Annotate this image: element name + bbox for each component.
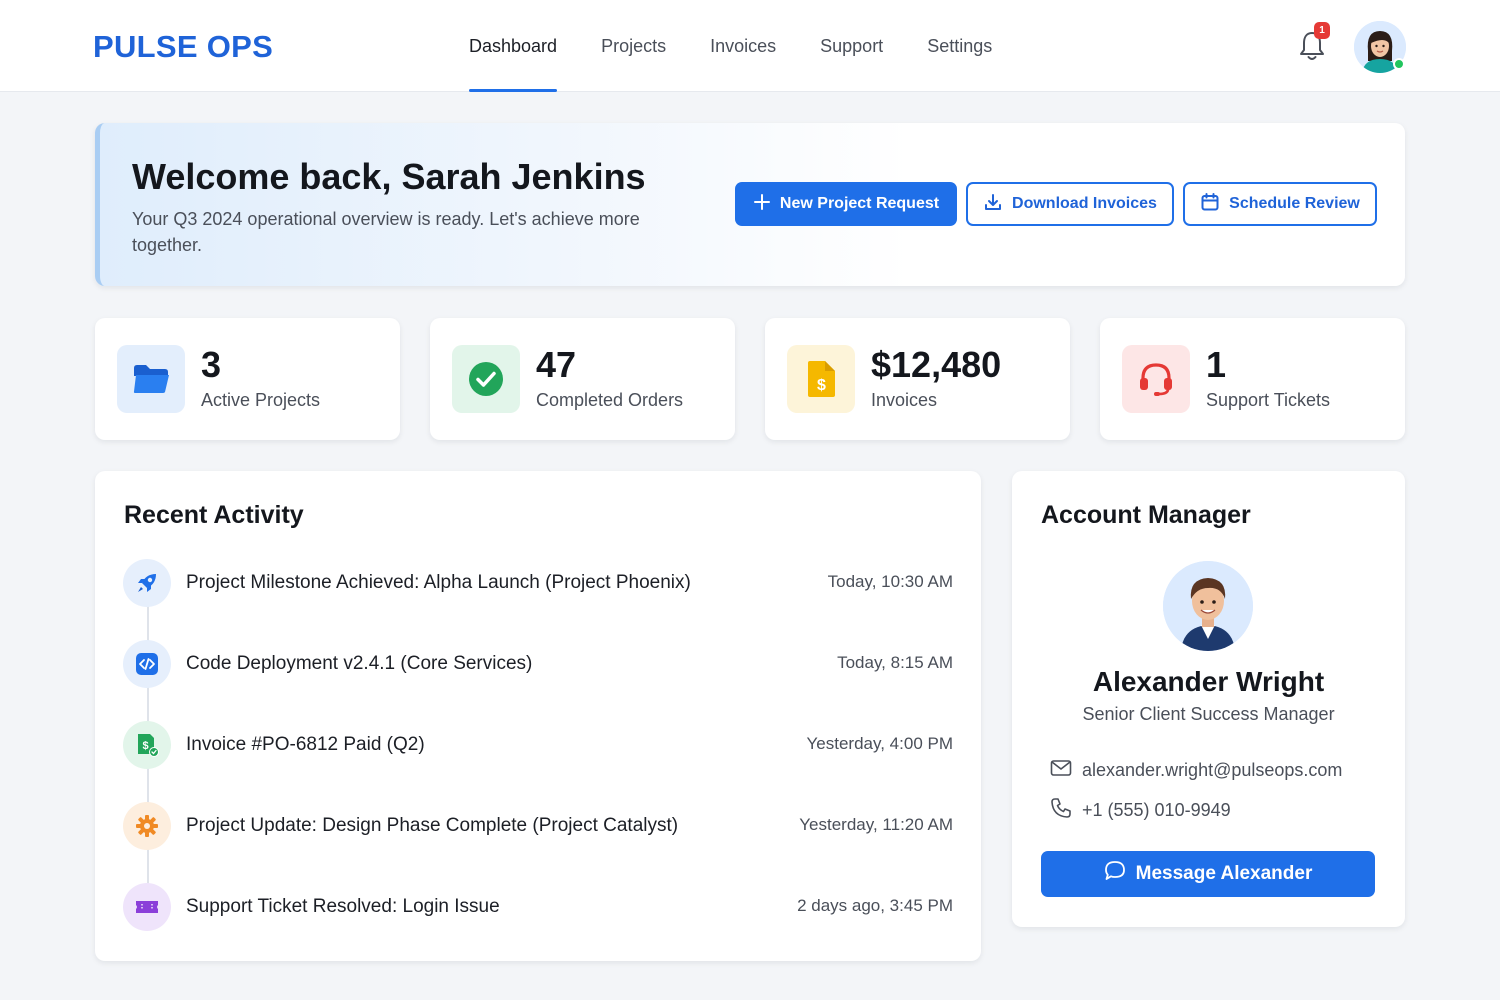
activity-item[interactable]: Project Update: Design Phase Complete (P… [123, 802, 953, 850]
stat-card-support-tickets[interactable]: 1 Support Tickets [1100, 318, 1405, 440]
stat-card-active-projects[interactable]: 3 Active Projects [95, 318, 400, 440]
phone-icon [1050, 797, 1072, 824]
plus-icon [753, 193, 771, 216]
activity-item[interactable]: $ Invoice #PO-6812 Paid (Q2) Yesterday, … [123, 721, 953, 769]
manager-phone-text: +1 (555) 010-9949 [1082, 800, 1231, 820]
activity-time: Yesterday, 4:00 PM [806, 734, 953, 753]
nav-invoices[interactable]: Invoices [688, 0, 798, 92]
new-project-request-label: New Project Request [779, 195, 940, 212]
activity-text: Code Deployment v2.4.1 (Core Services) [186, 653, 533, 674]
calendar-icon [1200, 192, 1220, 217]
welcome-banner: Welcome back, Sarah Jenkins Your Q3 2024… [95, 123, 1405, 286]
activity-text: Project Milestone Achieved: Alpha Launch… [186, 572, 691, 593]
online-status-indicator [1393, 58, 1405, 70]
manager-email-text: alexander.wright@pulseops.com [1082, 760, 1343, 780]
activity-text: Invoice #PO-6812 Paid (Q2) [186, 734, 425, 755]
schedule-review-label: Schedule Review [1229, 195, 1360, 212]
manager-email[interactable]: alexander.wright@pulseops.com [1050, 759, 1342, 782]
recent-activity-panel: Recent Activity Project Milestone Achiev… [95, 471, 981, 961]
schedule-review-button[interactable]: Schedule Review [1183, 182, 1377, 226]
nav-dashboard[interactable]: Dashboard [447, 0, 579, 92]
invoice-paid-icon: $ [123, 721, 171, 769]
stat-label: Completed Orders [536, 390, 684, 410]
nav-support[interactable]: Support [798, 0, 905, 92]
download-invoices-label: Download Invoices [1012, 195, 1157, 212]
stat-label: Support Tickets [1206, 390, 1331, 410]
folder-icon [117, 345, 185, 413]
activity-item[interactable]: Support Ticket Resolved: Login Issue 2 d… [123, 883, 953, 931]
message-manager-button[interactable]: Message Alexander [1041, 851, 1375, 897]
rocket-icon [123, 559, 171, 607]
nav-projects[interactable]: Projects [579, 0, 688, 92]
new-project-request-button[interactable]: New Project Request [735, 182, 957, 226]
invoice-icon: $ [787, 345, 855, 413]
stat-label: Active Projects [201, 390, 321, 410]
top-navbar: PULSE OPS Dashboard Projects Invoices Su… [0, 0, 1500, 92]
chat-bubble-icon [1104, 860, 1126, 888]
activity-time: Today, 8:15 AM [837, 653, 953, 672]
welcome-subtitle: Your Q3 2024 operational overview is rea… [132, 209, 640, 255]
download-invoices-button[interactable]: Download Invoices [966, 182, 1174, 226]
headset-icon [1122, 345, 1190, 413]
activity-time: Today, 10:30 AM [827, 572, 953, 591]
recent-activity-title: Recent Activity [124, 501, 304, 529]
notification-badge: 1 [1314, 22, 1330, 39]
activity-time: Yesterday, 11:20 AM [799, 815, 953, 834]
stat-value: 3 [201, 344, 222, 385]
activity-text: Support Ticket Resolved: Login Issue [186, 896, 500, 917]
stat-label: Invoices [871, 390, 938, 410]
manager-avatar [1163, 561, 1253, 651]
message-manager-label: Message Alexander [1135, 863, 1313, 884]
account-manager-title: Account Manager [1041, 501, 1251, 529]
account-manager-panel: Account Manager Alexander Wright Senior … [1012, 471, 1405, 927]
stat-value: 1 [1206, 344, 1227, 385]
activity-text: Project Update: Design Phase Complete (P… [186, 815, 679, 836]
mail-icon [1050, 759, 1072, 782]
manager-role: Senior Client Success Manager [1082, 704, 1335, 724]
welcome-title: Welcome back, Sarah Jenkins [132, 156, 646, 197]
download-icon [983, 192, 1003, 217]
activity-time: 2 days ago, 3:45 PM [797, 896, 953, 915]
activity-item[interactable]: Project Milestone Achieved: Alpha Launch… [123, 559, 953, 607]
svg-text:$: $ [142, 740, 148, 752]
manager-phone[interactable]: +1 (555) 010-9949 [1050, 797, 1231, 824]
stat-card-completed-orders[interactable]: 47 Completed Orders [430, 318, 735, 440]
main-nav: Dashboard Projects Invoices Support Sett… [447, 0, 1014, 92]
stat-value: 47 [536, 344, 577, 385]
svg-text:$: $ [817, 377, 826, 394]
code-icon [123, 640, 171, 688]
gear-icon [123, 802, 171, 850]
manager-name: Alexander Wright [1092, 666, 1325, 697]
ticket-icon [123, 883, 171, 931]
notification-bell-icon[interactable]: 1 [1296, 22, 1330, 63]
stat-card-invoices[interactable]: $ $12,480 Invoices [765, 318, 1070, 440]
stat-value: $12,480 [871, 344, 1002, 385]
check-circle-icon [452, 345, 520, 413]
brand-logo[interactable]: PULSE OPS [93, 29, 273, 65]
nav-settings[interactable]: Settings [905, 0, 1014, 92]
activity-item[interactable]: Code Deployment v2.4.1 (Core Services) T… [123, 640, 953, 688]
